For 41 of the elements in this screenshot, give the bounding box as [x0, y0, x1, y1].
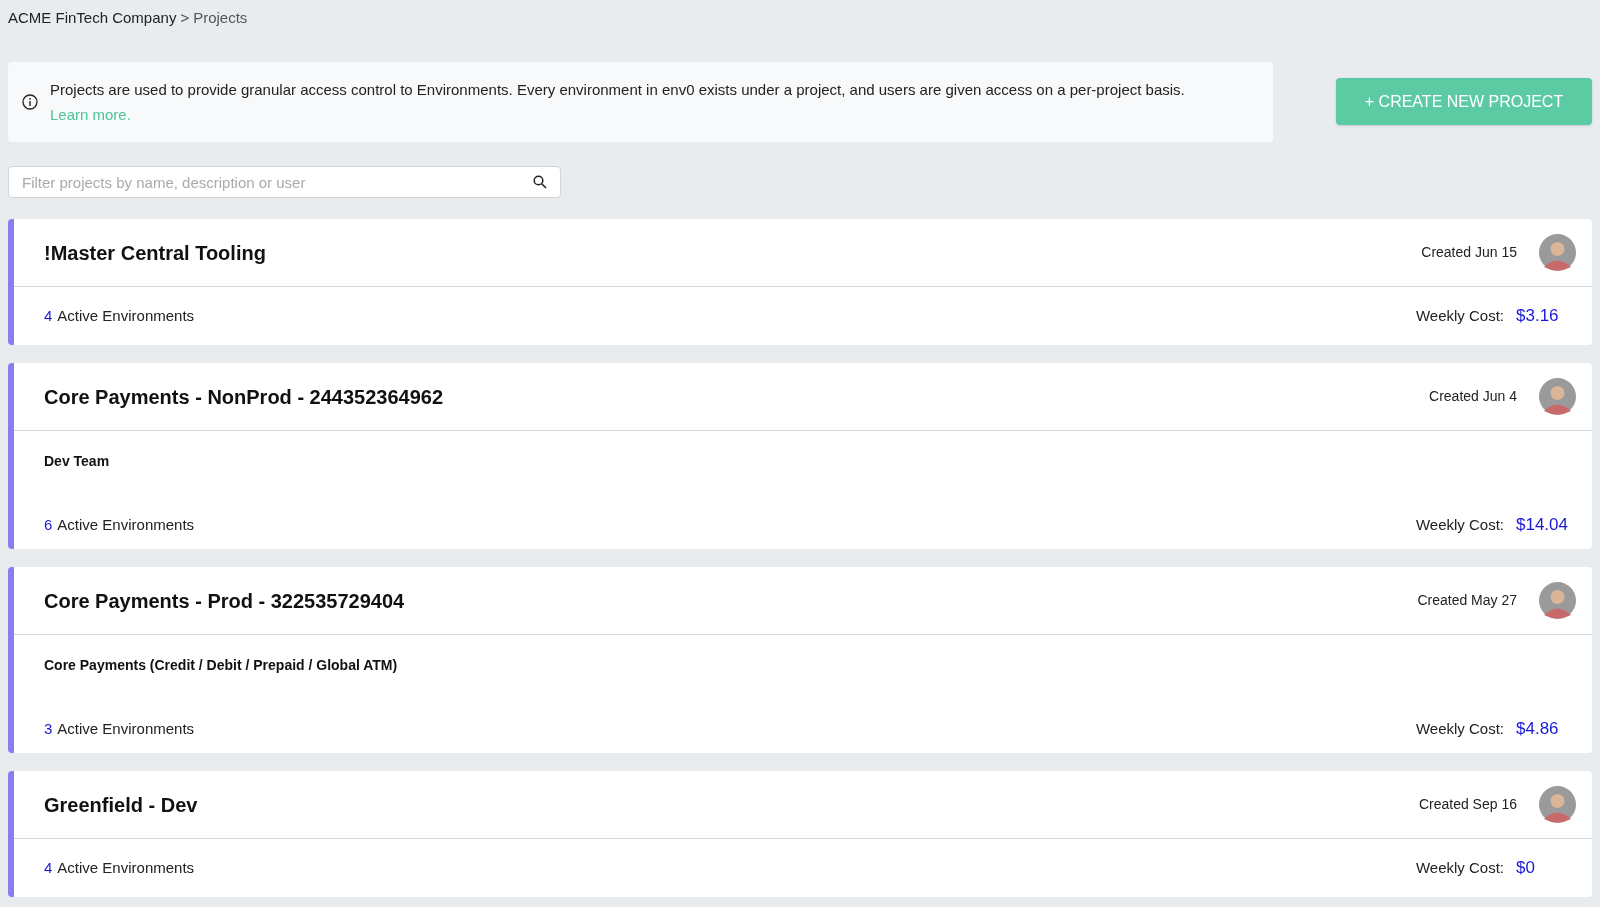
- environment-count[interactable]: 6: [44, 513, 53, 537]
- weekly-cost-label: Weekly Cost:: [1415, 718, 1504, 739]
- info-text: Projects are used to provide granular access control to Environments. Every environment in env0 exists under a project, and users are given access on a per-project basis. Learn more.: [50, 80, 1186, 125]
- info-icon: [22, 94, 38, 110]
- search-icon: [533, 175, 547, 189]
- weekly-cost-value: $3.16: [1516, 305, 1560, 328]
- avatar-icon: [1539, 378, 1576, 415]
- created-date: Created Jun 15: [1421, 243, 1517, 262]
- environments-label: Active Environments: [57, 305, 195, 326]
- created-date: Created Sep 16: [1418, 795, 1517, 814]
- avatar-icon: [1539, 786, 1576, 823]
- environments-label: Active Environments: [57, 857, 195, 878]
- environment-count[interactable]: 4: [44, 304, 53, 328]
- weekly-cost-value: $14.04: [1516, 514, 1569, 537]
- project-card[interactable]: !Master Central Tooling Created Jun 15 4 Active Environments Weekly Cost: $3.16: [8, 219, 1592, 345]
- project-card[interactable]: Core Payments - NonProd - 244352364962 Created Jun 4 Dev Team 6 Active Environments Weekly Cost: $14.04: [8, 363, 1592, 549]
- project-title: Core Payments - NonProd - 244352364962: [44, 384, 444, 410]
- breadcrumb-separator: >: [180, 7, 190, 28]
- project-description: Core Payments (Credit / Debit / Prepaid / Global ATM): [44, 657, 398, 673]
- environment-count[interactable]: 3: [44, 717, 53, 741]
- avatar-icon: [1539, 582, 1576, 619]
- project-description: Dev Team: [44, 453, 110, 469]
- weekly-cost-value: $4.86: [1516, 718, 1560, 741]
- environment-count[interactable]: 4: [44, 856, 53, 880]
- breadcrumb-current: Projects: [193, 7, 248, 28]
- search-field[interactable]: Filter projects by name, description or user: [8, 166, 561, 198]
- project-title: Core Payments - Prod - 322535729404: [44, 588, 405, 614]
- project-card[interactable]: Core Payments - Prod - 322535729404 Created May 27 Core Payments (Credit / Debit / Prepaid / Global ATM) 3 Active Environments Weekly Cost: $4.86: [8, 567, 1592, 753]
- project-card[interactable]: Greenfield - Dev Created Sep 16 4 Active Environments Weekly Cost: $0: [8, 771, 1592, 897]
- weekly-cost-label: Weekly Cost:: [1415, 305, 1504, 326]
- avatar-icon: [1539, 234, 1576, 271]
- environments-label: Active Environments: [57, 514, 195, 535]
- environments-label: Active Environments: [57, 718, 195, 739]
- breadcrumb-link[interactable]: ACME FinTech Company: [8, 6, 177, 30]
- project-title: Greenfield - Dev: [44, 792, 198, 818]
- weekly-cost-value: $0: [1516, 857, 1536, 880]
- created-date: Created May 27: [1417, 591, 1517, 610]
- weekly-cost-label: Weekly Cost:: [1415, 514, 1504, 535]
- weekly-cost-label: Weekly Cost:: [1415, 857, 1504, 878]
- project-title: !Master Central Tooling: [44, 240, 266, 266]
- created-date: Created Jun 4: [1429, 387, 1517, 406]
